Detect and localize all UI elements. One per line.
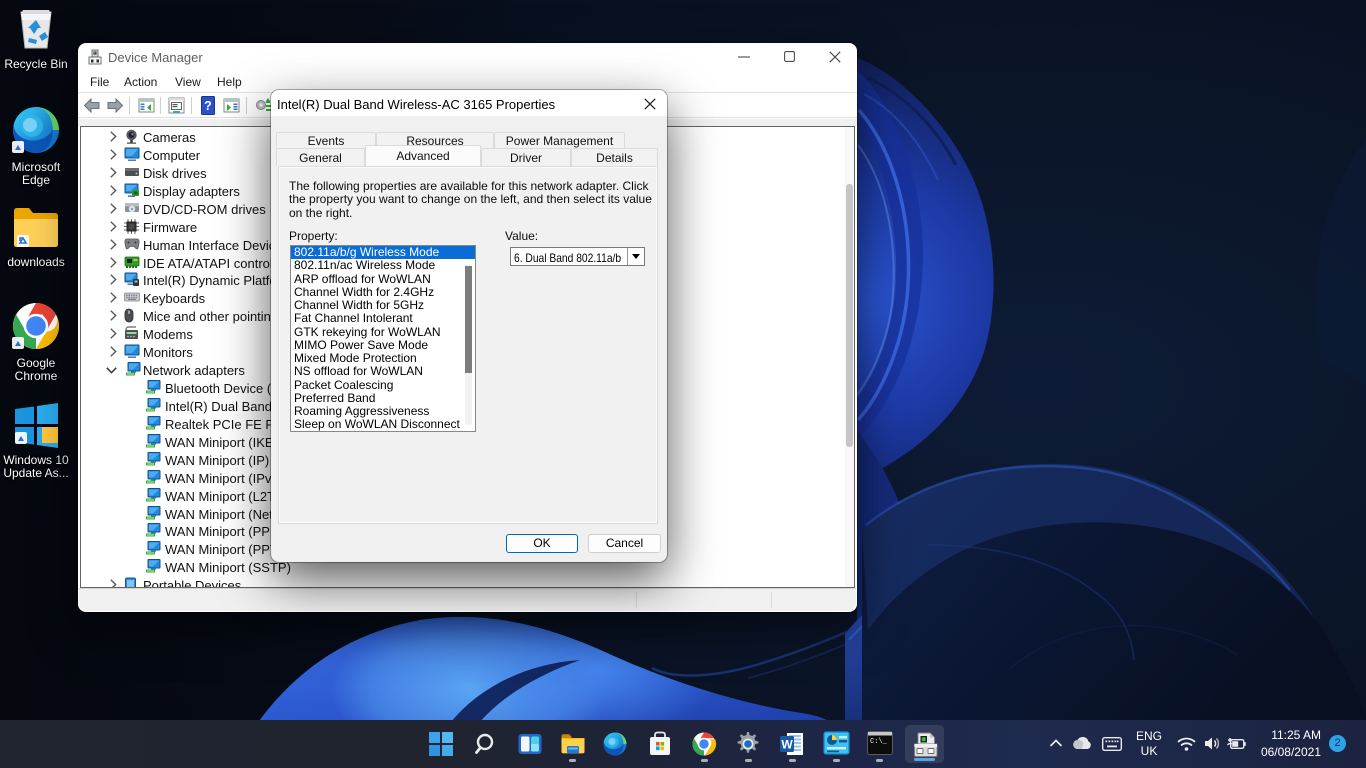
svg-text:W: W xyxy=(781,738,793,752)
svg-text:?: ? xyxy=(204,99,212,113)
svg-text:C:\_: C:\_ xyxy=(870,738,888,746)
